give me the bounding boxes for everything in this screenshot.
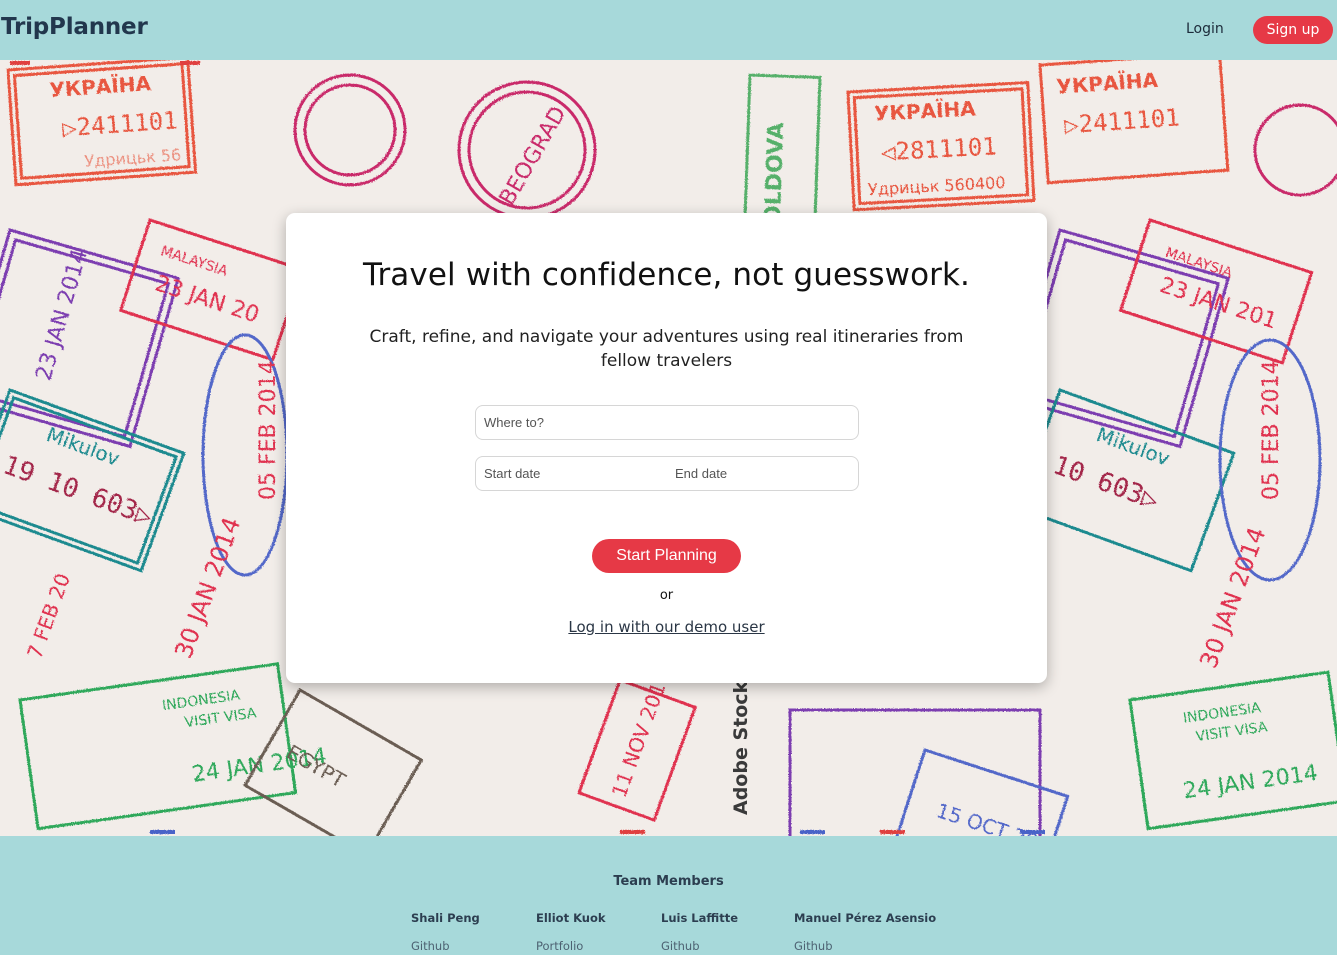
team-member: Shali Peng Github xyxy=(411,911,480,953)
team-member-name: Shali Peng xyxy=(411,911,480,925)
or-divider-text: or xyxy=(659,588,674,603)
team-member-name: Elliot Kuok xyxy=(536,911,606,925)
team-member: Manuel Pérez Asensio Github xyxy=(794,911,936,953)
end-date-input[interactable] xyxy=(675,457,855,490)
hero-subtitle: Craft, refine, and navigate your adventu… xyxy=(369,327,964,371)
team-member: Elliot Kuok Portfolio xyxy=(536,911,606,953)
date-range-field[interactable] xyxy=(475,456,859,491)
destination-input[interactable] xyxy=(475,405,859,440)
demo-login-link[interactable]: Log in with our demo user xyxy=(286,618,1047,636)
team-member-name: Luis Laffitte xyxy=(661,911,739,925)
svg-text:05 FEB 2014: 05 FEB 2014 xyxy=(1259,360,1284,500)
team-member-name: Manuel Pérez Asensio xyxy=(794,911,937,925)
team-member-link[interactable]: Portfolio xyxy=(536,939,606,953)
start-date-input[interactable] xyxy=(484,457,664,490)
team-member-link[interactable]: Github xyxy=(411,939,480,953)
team-member-link[interactable]: Github xyxy=(661,939,738,953)
login-link[interactable]: Login xyxy=(1186,21,1224,37)
footer: Team Members Shali Peng Github Elliot Ku… xyxy=(0,836,1337,955)
svg-text:05 FEB 2014: 05 FEB 2014 xyxy=(256,360,281,500)
start-planning-button[interactable]: Start Planning xyxy=(592,539,741,573)
hero-card: Travel with confidence, not guesswork. C… xyxy=(286,213,1047,683)
team-members-heading: Team Members xyxy=(613,874,724,889)
team-member: Luis Laffitte Github xyxy=(661,911,738,953)
team-member-link[interactable]: Github xyxy=(794,939,936,953)
top-nav: TripPlanner Login Sign up xyxy=(0,0,1337,60)
hero-title: Travel with confidence, not guesswork. xyxy=(362,257,971,293)
signup-button[interactable]: Sign up xyxy=(1253,16,1333,44)
brand-logo[interactable]: TripPlanner xyxy=(1,14,148,40)
